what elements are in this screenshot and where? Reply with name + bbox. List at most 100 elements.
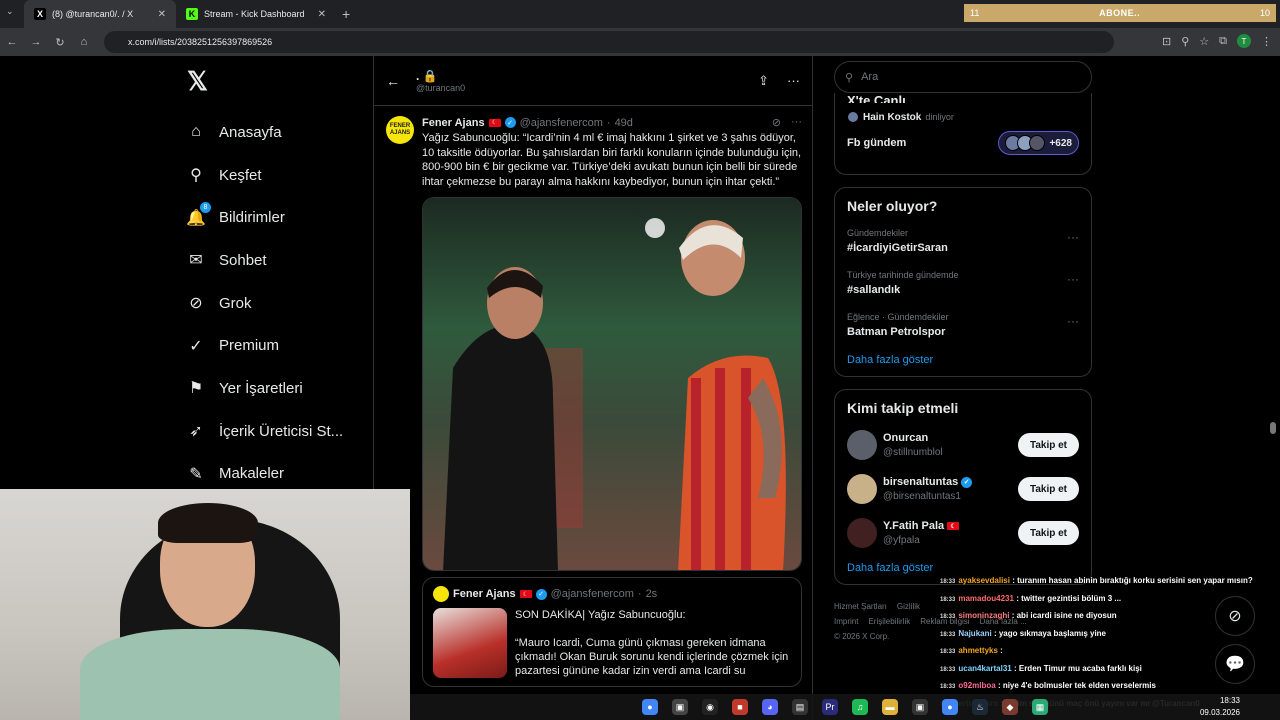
page-scrollbar[interactable] [1270, 422, 1276, 434]
premiere-icon[interactable]: Pr [822, 699, 838, 715]
search-icon: ⚲ [845, 71, 854, 84]
more-icon[interactable]: ··· [1067, 230, 1079, 244]
more-icon[interactable]: ··· [787, 73, 800, 89]
discord-icon[interactable]: ◕ [762, 699, 778, 715]
app-icon[interactable]: ▣ [912, 699, 928, 715]
install-app-icon[interactable]: ⊡ [1162, 35, 1171, 48]
address-bar-row: ← → ↻ ⌂ x.com/i/lists/203825125639786952… [0, 28, 1280, 56]
premium-icon: ✓ [189, 337, 203, 355]
avatar[interactable]: FENER AJANS [386, 116, 414, 144]
obs-icon[interactable]: ◉ [702, 699, 718, 715]
chrome-icon[interactable]: ● [642, 699, 658, 715]
chat-username: ayaksevdalisi [958, 576, 1010, 585]
suggested-account[interactable]: birsenaltuntas ✓ @birsenaltuntas1 Takip et [847, 474, 1079, 504]
suggested-account[interactable]: Onurcan @stillnumblol Takip et [847, 430, 1079, 460]
nav-item[interactable]: ⚑ Yer İşaretleri [185, 367, 373, 410]
live-space-card[interactable]: X'te Canlı Hain Kostok dinliyor Fb günde… [834, 93, 1092, 175]
search-input[interactable]: ⚲ Ara [834, 61, 1092, 93]
turkey-flag-icon: ☾ [519, 590, 532, 599]
folder-icon[interactable]: ▬ [882, 699, 898, 715]
reload-icon[interactable]: ↻ [48, 36, 72, 49]
app-icon[interactable]: ▤ [792, 699, 808, 715]
app-icon[interactable]: ■ [732, 699, 748, 715]
tweet-photo[interactable] [422, 197, 802, 572]
follow-button[interactable]: Takip et [1017, 433, 1079, 457]
divider [812, 56, 813, 720]
tab-title: (8) @turancan0/. / X [52, 9, 134, 19]
back-arrow-icon[interactable]: ← [0, 36, 24, 48]
account-name: birsenaltuntas [883, 476, 959, 488]
star-icon[interactable]: ☆ [1199, 35, 1209, 48]
url-input[interactable]: x.com/i/lists/2038251256397869526 [104, 31, 1114, 53]
footer-link[interactable]: Gizlilik [897, 602, 920, 611]
home-icon[interactable]: ⌂ [72, 36, 96, 48]
nav-item[interactable]: ⚲ Keşfet [185, 154, 373, 197]
tweet-time[interactable]: 49d [615, 117, 633, 129]
chat-username: ucan4kartal31 [958, 663, 1012, 673]
browser-tab-kick[interactable]: K Stream - Kick Dashboard ✕ [176, 0, 336, 28]
back-arrow-icon[interactable]: ← [386, 73, 416, 89]
tweet[interactable]: FENER AJANS Fener Ajans ☾ ✓ @ajansfenerc… [374, 106, 812, 688]
share-icon[interactable]: ⇪ [758, 73, 769, 89]
footer-link[interactable]: Hizmet Şartları [834, 602, 887, 611]
new-tab-icon[interactable]: + [342, 6, 350, 22]
close-icon[interactable]: ✕ [318, 9, 326, 20]
avatar[interactable] [847, 474, 877, 504]
avatar [1029, 135, 1046, 151]
forward-arrow-icon[interactable]: → [24, 36, 48, 48]
tweet-handle[interactable]: @ajansfenercom [520, 117, 603, 129]
avatar[interactable] [847, 430, 877, 460]
browser-tab-x[interactable]: X (8) @turancan0/. / X ✕ [24, 0, 176, 28]
close-icon[interactable]: ✕ [158, 9, 166, 20]
webcam-overlay [0, 489, 410, 720]
spotify-icon[interactable]: ♫ [852, 699, 868, 715]
app-icon[interactable]: ◆ [1002, 699, 1018, 715]
profile-avatar[interactable]: T [1237, 34, 1251, 48]
nav-item[interactable]: ✓ Premium [185, 324, 373, 367]
suggested-account[interactable]: Y.Fatih Pala ☾ @yfpala Takip et [847, 518, 1079, 548]
app-icon[interactable]: ▦ [1032, 699, 1048, 715]
chrome-icon[interactable]: ● [942, 699, 958, 715]
chat-message: 18:33 Najukani : yago sıkmaya başlamış yi… [940, 626, 1280, 644]
app-icon[interactable]: ▣ [672, 699, 688, 715]
verified-icon: ✓ [504, 117, 516, 128]
nav-item[interactable]: 🔔 8 Bildirimler [185, 196, 373, 239]
nav-item[interactable]: ⌂ Anasayfa [185, 111, 373, 154]
more-icon[interactable]: ··· [1067, 272, 1079, 286]
footer-link[interactable]: Erişilebilirlik [868, 617, 910, 626]
x-logo-icon[interactable]: 𝕏 [187, 66, 373, 97]
trends-show-more-link[interactable]: Daha fazla göster [847, 354, 1079, 366]
trend-item[interactable]: Eğlence · Gündemdekiler Batman Petrolspor… [847, 312, 1079, 338]
chat-timestamp: 18:33 [940, 579, 956, 585]
footer-link[interactable]: © 2026 X Corp. [834, 632, 889, 641]
more-icon[interactable]: ··· [1067, 314, 1079, 328]
chat-message: 18:33 ucan4kartal31 : Erden Timur mu acab… [940, 661, 1280, 679]
chat-text: : Erden Timur mu acaba farklı kişi [1013, 663, 1142, 673]
menu-dots-icon[interactable]: ⋮ [1261, 35, 1272, 48]
footer-link[interactable]: Imprint [834, 617, 858, 626]
space-host: Hain Kostok [863, 111, 922, 123]
kick-favicon-icon: K [186, 8, 198, 20]
trend-item[interactable]: Türkiye tarihinde gündemde #sallandık ··· [847, 270, 1079, 296]
trend-item[interactable]: Gündemdekiler #İcardiyiGetirSaran ··· [847, 228, 1079, 254]
follow-button[interactable]: Takip et [1017, 477, 1079, 501]
chat-timestamp: 18:33 [940, 684, 956, 690]
extensions-icon[interactable]: ⧉ [1219, 35, 1227, 48]
taskbar-clock[interactable]: 18:33 09.03.2026 [1200, 694, 1240, 719]
tab-list-icon[interactable]: ⌄ [6, 6, 14, 17]
grok-icon[interactable]: ⊘ [772, 116, 781, 129]
steam-icon[interactable]: ♨ [972, 699, 988, 715]
nav-item-label: Yer İşaretleri [219, 379, 303, 397]
follow-button[interactable]: Takip et [1017, 521, 1079, 545]
tweet-author[interactable]: Fener Ajans [422, 117, 485, 129]
nav-item[interactable]: ✉ Sohbet [185, 239, 373, 282]
list-owner-handle: @turancan0 [416, 82, 466, 93]
nav-item[interactable]: ➶ İçerik Üreticisi St... [185, 410, 373, 453]
avatar[interactable] [847, 518, 877, 548]
home-icon: ⌂ [191, 123, 201, 141]
zoom-icon[interactable]: ⚲ [1181, 35, 1189, 48]
quote-tweet[interactable]: Fener Ajans ☾ ✓ @ajansfenercom · 2s SON … [422, 577, 802, 688]
nav-item[interactable]: ⊘ Grok [185, 282, 373, 325]
listeners-pill[interactable]: +628 [998, 131, 1079, 155]
more-icon[interactable]: ··· [791, 116, 802, 129]
